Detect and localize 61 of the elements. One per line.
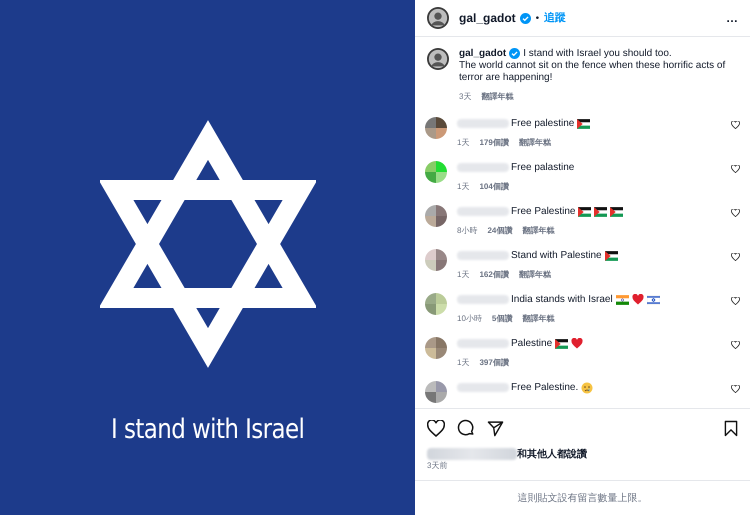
comment-time: 1天 bbox=[457, 137, 470, 149]
like-heart-icon[interactable] bbox=[731, 341, 740, 349]
like-count[interactable]: 397個讚 bbox=[479, 357, 509, 369]
pixelated-avatar bbox=[425, 381, 447, 403]
like-heart-icon[interactable] bbox=[731, 209, 740, 217]
blurred-username bbox=[457, 339, 509, 348]
follow-button[interactable]: 追蹤 bbox=[544, 10, 566, 26]
pixelated-avatar bbox=[425, 161, 447, 183]
caption-text: gal_gadot I stand with Israel you should too. The world cannot sit on the fence when these horrific acts of terror are happening! bbox=[459, 48, 726, 84]
pixelated-avatar bbox=[425, 337, 447, 359]
comment-text: Palestine bbox=[511, 337, 552, 351]
pixelated-avatar bbox=[425, 205, 447, 227]
translate-link[interactable]: 翻譯年糕 bbox=[522, 313, 554, 325]
username[interactable]: gal_gadot bbox=[459, 9, 516, 27]
avatar-icon bbox=[427, 7, 449, 29]
like-count[interactable]: 179個讚 bbox=[479, 137, 509, 149]
pixelated-avatar bbox=[425, 117, 447, 139]
translate-link[interactable]: 翻譯年糕 bbox=[518, 269, 551, 281]
comment-time: 1天 bbox=[457, 357, 470, 369]
comment-time: 3天 bbox=[459, 91, 472, 103]
comment-text: Free Palestine bbox=[511, 205, 576, 219]
comment-text: India stands with Israel bbox=[511, 293, 613, 307]
avatar-icon bbox=[427, 48, 449, 70]
share-send-icon[interactable] bbox=[487, 420, 504, 436]
like-heart-icon[interactable] bbox=[731, 297, 740, 305]
comment-text: Stand with Palestine bbox=[511, 249, 602, 263]
translate-link[interactable]: 翻譯年糕 bbox=[522, 225, 554, 237]
blurred-username bbox=[457, 119, 509, 128]
comment-time: 10小時 bbox=[457, 313, 482, 325]
blurred-username bbox=[457, 163, 509, 172]
like-count[interactable]: 5個讚 bbox=[492, 313, 512, 325]
translate-link[interactable]: 翻譯年糕 bbox=[481, 91, 514, 103]
comment-text: Free Palestine. bbox=[511, 381, 578, 395]
like-count[interactable]: 104個讚 bbox=[479, 181, 509, 193]
blurred-username bbox=[457, 383, 509, 392]
comment-text: Free palestine bbox=[511, 117, 574, 131]
comment-icon[interactable] bbox=[457, 419, 475, 437]
blurred-username bbox=[457, 295, 509, 304]
like-heart-icon[interactable] bbox=[731, 385, 740, 393]
image-caption-text: I stand with Israel bbox=[110, 413, 304, 447]
like-heart-icon[interactable] bbox=[731, 121, 740, 129]
comment-limit-notice: 這則貼文設有留言數量上限。 bbox=[518, 492, 648, 506]
comment-time: 8小時 bbox=[457, 225, 478, 237]
bookmark-icon[interactable] bbox=[724, 420, 738, 436]
like-heart-icon[interactable] bbox=[731, 253, 740, 261]
like-count[interactable]: 162個讚 bbox=[479, 269, 509, 281]
pixelated-avatar bbox=[425, 293, 447, 315]
separator-dot: • bbox=[536, 12, 540, 26]
comment-time: 1天 bbox=[457, 181, 470, 193]
more-options-button[interactable]: … bbox=[726, 12, 738, 24]
like-count[interactable]: 24個讚 bbox=[487, 225, 512, 237]
likes-text[interactable]: 和其他人都說讚 bbox=[517, 446, 587, 462]
post-time: 3天前 bbox=[427, 461, 448, 471]
pixelated-avatar bbox=[425, 249, 447, 271]
comment-time: 1天 bbox=[457, 269, 470, 281]
blurred-username bbox=[457, 251, 509, 260]
comment-text: Free palastine bbox=[511, 161, 574, 175]
blurred-username bbox=[457, 207, 509, 216]
translate-link[interactable]: 翻譯年糕 bbox=[518, 137, 551, 149]
like-heart-icon[interactable] bbox=[731, 165, 740, 173]
like-heart-icon[interactable] bbox=[427, 420, 445, 436]
